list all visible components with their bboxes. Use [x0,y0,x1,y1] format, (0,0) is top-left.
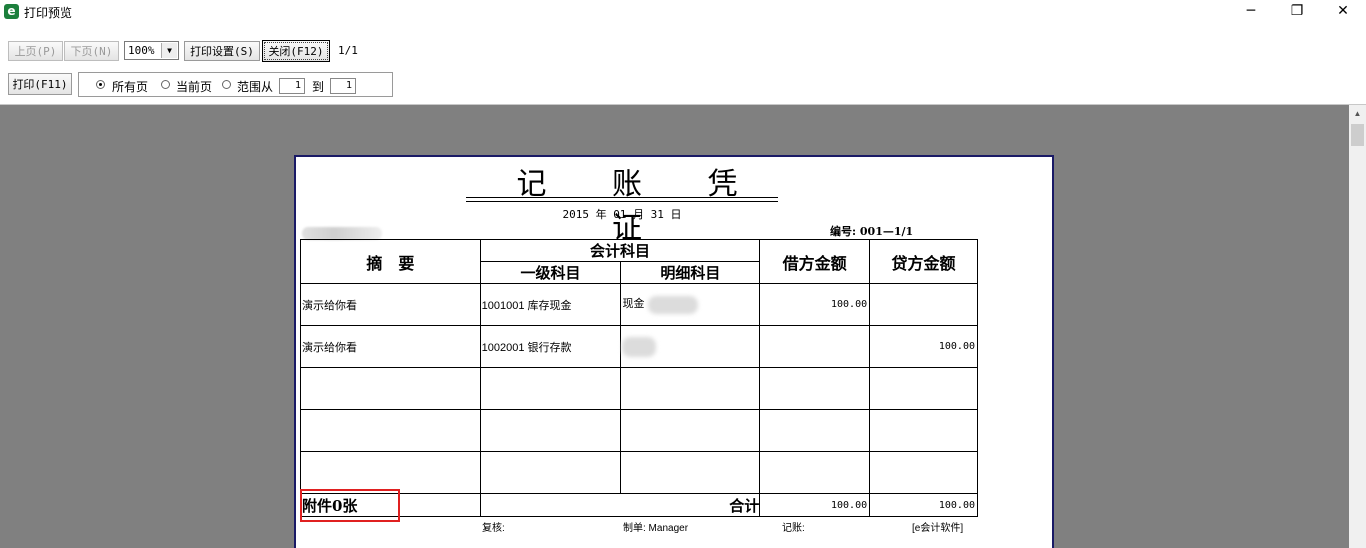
print-settings-button[interactable]: 打印设置(S) [184,41,260,61]
app-e-icon: e [4,4,19,19]
row-level1: 1001001 库存现金 [479,283,622,326]
table-row: 演示给你看 1002001 银行存款 100.00 [300,325,978,368]
total-credit: 100.00 [869,493,978,517]
row-debit [759,325,871,368]
row-summary: 演示给你看 [300,325,481,368]
row-debit [759,451,871,494]
scroll-up-icon[interactable]: ▲ [1349,105,1366,122]
table-row [300,409,978,452]
bookkeeper-label: 记账: [782,523,805,534]
row-detail [620,367,761,410]
row-summary: 演示给你看 [300,283,481,326]
row-credit [869,409,978,452]
scroll-thumb[interactable] [1351,124,1364,146]
row-summary [300,409,481,452]
header-credit: 贷方金额 [869,239,978,284]
row-credit [869,367,978,410]
voucher-table: 摘 要 会计科目 借方金额 贷方金额 一级科目 明细科目 演示给你看 10010… [300,239,978,517]
radio-current-page[interactable] [161,80,170,89]
title-underline-double [466,201,778,202]
maker-label: 制单: Manager [623,523,689,534]
voucher-page: 记 账 凭 证 2015 年 01 月 31 日 编号: 001—1/1 摘 要… [294,155,1054,548]
row-debit: 100.00 [759,283,871,326]
vertical-scrollbar[interactable]: ▲ [1349,105,1366,548]
preview-area[interactable]: 记 账 凭 证 2015 年 01 月 31 日 编号: 001—1/1 摘 要… [0,105,1349,548]
attachment-highlight-box [300,489,400,522]
minimize-icon[interactable]: ─ [1228,0,1274,24]
restore-icon[interactable]: ❐ [1274,0,1320,24]
zoom-select[interactable]: 100% ▼ [124,41,179,60]
header-debit: 借方金额 [759,239,871,284]
row-credit [869,283,978,326]
row-detail [620,409,761,452]
radio-page-range[interactable] [222,80,231,89]
next-page-button[interactable]: 下页(N) [64,41,119,61]
table-row [300,451,978,494]
voucher-number: 编号: 001—1/1 [830,225,914,238]
row-debit [759,409,871,452]
table-header-row: 摘 要 会计科目 借方金额 贷方金额 [300,239,978,284]
print-range-group: 所有页 当前页 范围从 1 到 1 [78,72,393,97]
chevron-down-icon[interactable]: ▼ [161,43,177,58]
header-level1: 一级科目 [479,261,622,284]
row-level1 [479,367,622,410]
total-debit: 100.00 [759,493,871,517]
table-row: 演示给你看 1001001 库存现金 现金 100.00 [300,283,978,326]
radio-all-pages[interactable] [96,80,105,89]
software-label: [e会计软件] [912,523,964,534]
redacted-detail [622,336,657,357]
all-pages-label: 所有页 [112,80,149,94]
total-label: 合计 [479,493,761,517]
header-detail: 明细科目 [620,261,761,284]
page-count: 1/1 [338,44,358,57]
row-level1 [479,409,622,452]
header-summary: 摘 要 [300,239,481,284]
current-page-label: 当前页 [176,80,213,94]
row-detail: 现金 [622,298,648,311]
range-from-label: 范围从 [237,80,274,94]
voucher-title: 记 账 凭 证 [516,167,766,246]
print-button[interactable]: 打印(F11) [8,73,72,95]
total-row: 附件0张 合计 100.00 100.00 [300,493,978,517]
row-summary [300,451,481,494]
close-preview-button[interactable]: 关闭(F12) [262,40,330,62]
range-to-label: 到 [312,80,325,94]
row-credit: 100.00 [869,325,978,368]
title-underline [466,197,778,198]
zoom-value: 100% [128,44,155,57]
range-to-input[interactable]: 1 [330,78,356,94]
row-credit [869,451,978,494]
close-icon[interactable]: ✕ [1320,0,1366,24]
row-debit [759,367,871,410]
voucher-date: 2015 年 01 月 31 日 [562,208,682,221]
title-bar: e 打印预览 ─ ❐ ✕ [0,0,1366,24]
row-detail [620,451,761,494]
row-level1 [479,451,622,494]
row-level1: 1002001 银行存款 [479,325,622,368]
table-row [300,367,978,410]
range-from-input[interactable]: 1 [279,78,305,94]
window-title: 打印预览 [24,6,73,20]
row-detail-cell: 现金 [620,283,761,326]
row-detail-cell [620,325,761,368]
reviewer-label: 复核: [482,523,505,534]
redacted-detail [647,295,698,314]
row-summary [300,367,481,410]
header-account: 会计科目 [479,239,761,262]
prev-page-button[interactable]: 上页(P) [8,41,63,61]
